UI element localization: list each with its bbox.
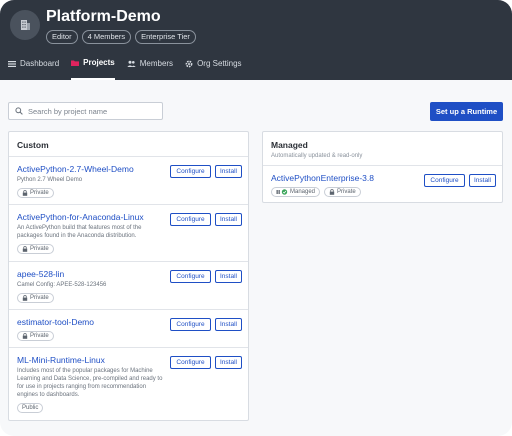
managed-panel-subtitle: Automatically updated & read-only bbox=[271, 153, 363, 159]
project-row: ML-Mini-Runtime-Linux Includes most of t… bbox=[9, 348, 248, 420]
visibility-badge: Private bbox=[17, 244, 54, 254]
visibility-label: Private bbox=[30, 295, 49, 301]
install-button[interactable]: Install bbox=[215, 213, 242, 226]
tab-projects-label: Projects bbox=[83, 58, 115, 67]
folder-icon bbox=[71, 60, 80, 66]
install-button[interactable]: Install bbox=[215, 165, 242, 178]
configure-button[interactable]: Configure bbox=[170, 213, 211, 226]
org-header: Platform-Demo Editor 4 Members Enterpris… bbox=[0, 0, 512, 80]
tab-dashboard[interactable]: Dashboard bbox=[8, 57, 59, 80]
role-badge: Editor bbox=[46, 30, 78, 44]
install-button[interactable]: Install bbox=[215, 270, 242, 283]
search-box[interactable] bbox=[8, 102, 163, 120]
app-window: Platform-Demo Editor 4 Members Enterpris… bbox=[0, 0, 512, 436]
tab-members[interactable]: Members bbox=[127, 57, 173, 80]
visibility-badge: Private bbox=[17, 331, 54, 341]
visibility-badge: Private bbox=[17, 293, 54, 303]
project-row: apee-528-lin Camel Config: APEE-528-1234… bbox=[9, 262, 248, 310]
org-title: Platform-Demo bbox=[46, 8, 161, 25]
tab-org-settings[interactable]: Org Settings bbox=[185, 57, 242, 80]
list-icon bbox=[8, 60, 16, 67]
tab-org-settings-label: Org Settings bbox=[197, 59, 242, 68]
managed-label: Managed bbox=[290, 189, 316, 195]
install-button[interactable]: Install bbox=[469, 174, 496, 187]
project-row: ActivePythonEnterprise-3.8 Managed Priva… bbox=[263, 166, 502, 202]
org-tabs: Dashboard Projects Members Org Settings bbox=[8, 57, 242, 80]
lock-icon bbox=[329, 189, 335, 195]
org-avatar bbox=[10, 10, 40, 40]
managed-panel-title: Managed bbox=[271, 140, 308, 150]
install-button[interactable]: Install bbox=[215, 318, 242, 331]
custom-projects-panel: Custom ActivePython-2.7-Wheel-Demo Pytho… bbox=[8, 131, 249, 421]
install-button[interactable]: Install bbox=[215, 356, 242, 369]
tier-badge: Enterprise Tier bbox=[135, 30, 196, 44]
managed-panel-header: Managed Automatically updated & read-onl… bbox=[263, 132, 502, 166]
managed-icon bbox=[276, 189, 288, 195]
custom-panel-title: Custom bbox=[9, 132, 248, 157]
visibility-label: Public bbox=[22, 405, 39, 411]
search-input[interactable] bbox=[28, 106, 148, 116]
lock-icon bbox=[22, 190, 28, 196]
project-description: An ActivePython build that features most… bbox=[17, 225, 142, 239]
configure-button[interactable]: Configure bbox=[170, 356, 211, 369]
gear-icon bbox=[185, 60, 193, 67]
tab-dashboard-label: Dashboard bbox=[20, 59, 60, 68]
project-description: Includes most of the popular packages fo… bbox=[17, 368, 163, 398]
configure-button[interactable]: Configure bbox=[170, 318, 211, 331]
project-description: Camel Config: APEE-528-123456 bbox=[17, 282, 107, 288]
building-icon bbox=[21, 20, 30, 30]
configure-button[interactable]: Configure bbox=[170, 270, 211, 283]
visibility-badge: Public bbox=[17, 403, 44, 413]
visibility-label: Private bbox=[337, 189, 356, 195]
tab-projects[interactable]: Projects bbox=[71, 57, 115, 80]
configure-button[interactable]: Configure bbox=[424, 174, 465, 187]
project-description: Python 2.7 Wheel Demo bbox=[17, 177, 83, 183]
managed-projects-panel: Managed Automatically updated & read-onl… bbox=[262, 131, 503, 203]
managed-badge: Managed bbox=[271, 187, 321, 197]
lock-icon bbox=[22, 295, 28, 301]
tab-members-label: Members bbox=[139, 59, 174, 68]
visibility-badge: Private bbox=[324, 187, 361, 197]
org-badges: Editor 4 Members Enterprise Tier bbox=[46, 30, 196, 44]
project-row: ActivePython-2.7-Wheel-Demo Python 2.7 W… bbox=[9, 157, 248, 205]
search-icon bbox=[15, 107, 23, 115]
lock-icon bbox=[22, 333, 28, 339]
setup-runtime-button[interactable]: Set up a Runtime bbox=[430, 102, 503, 121]
visibility-label: Private bbox=[30, 246, 49, 252]
lock-icon bbox=[22, 246, 28, 252]
members-icon bbox=[127, 60, 136, 67]
configure-button[interactable]: Configure bbox=[170, 165, 211, 178]
project-row: estimator-tool-Demo Private Configure In… bbox=[9, 310, 248, 348]
visibility-label: Private bbox=[30, 333, 49, 339]
visibility-label: Private bbox=[30, 190, 49, 196]
visibility-badge: Private bbox=[17, 188, 54, 198]
project-row: ActivePython-for-Anaconda-Linux An Activ… bbox=[9, 205, 248, 262]
members-count-badge: 4 Members bbox=[81, 30, 132, 44]
